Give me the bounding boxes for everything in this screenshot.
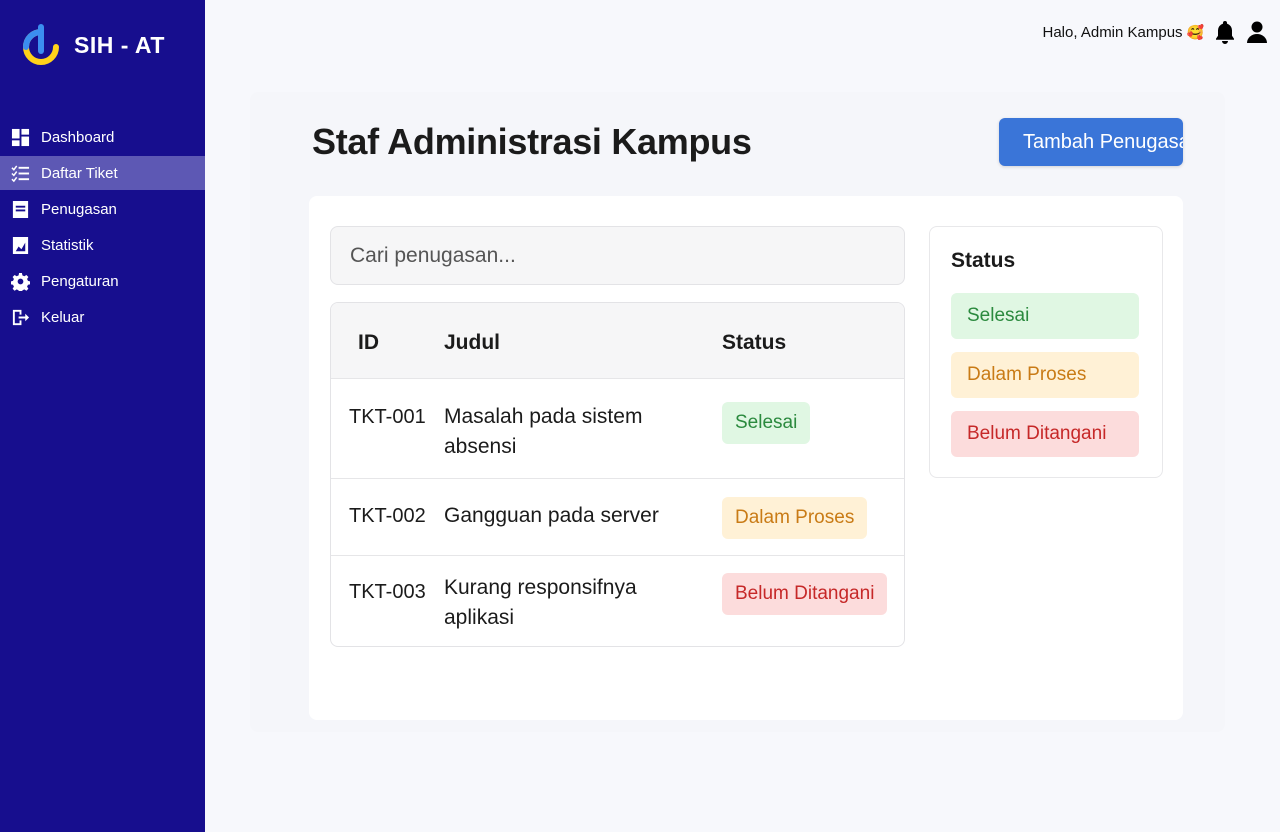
gear-icon [10,271,30,291]
dashboard-icon [10,127,30,147]
sidebar-item-daftar-tiket[interactable]: Daftar Tiket [0,156,205,190]
legend-item-belum-ditangani[interactable]: Belum Ditangani [951,411,1139,457]
sidebar-item-pengaturan[interactable]: Pengaturan [0,264,205,298]
sidebar-item-penugasan[interactable]: Penugasan [0,192,205,226]
sidebar: SIH - AT Dashboard Daftar Tiket Penugasa… [0,0,205,832]
brand-logo-icon [23,24,59,65]
ticket-title: Gangguan pada server [444,504,659,527]
column-header-status[interactable]: Status [722,331,786,355]
column-header-id[interactable]: ID [358,331,379,355]
clipboard-icon [10,199,30,219]
sidebar-item-label: Daftar Tiket [41,164,118,182]
checklist-icon [10,163,30,183]
sidebar-item-keluar[interactable]: Keluar [0,300,205,334]
status-badge: Selesai [722,402,811,444]
user-icon[interactable] [1246,20,1268,44]
brand[interactable]: SIH - AT [20,22,165,68]
logout-icon [10,307,30,327]
sidebar-nav: Dashboard Daftar Tiket Penugasan Statist… [0,120,205,336]
status-badge: Belum Ditangani [722,573,888,615]
status-badge: Dalam Proses [722,497,868,539]
add-assignment-button[interactable]: Tambah Penugasan [999,118,1183,166]
ticket-title: Kurang responsifnya aplikasi [444,576,637,629]
bell-icon[interactable] [1214,20,1236,44]
status-legend: Status Selesai Dalam Proses Belum Ditang… [929,226,1163,478]
topbar: Halo, Admin Kampus 🥰 [1042,20,1268,44]
brand-name: SIH - AT [74,31,165,58]
legend-item-selesai[interactable]: Selesai [951,293,1139,339]
sidebar-item-label: Statistik [41,236,94,254]
ticket-table: ID Judul Status TKT-001 Masalah pada sis… [330,302,905,647]
ticket-id: TKT-003 [349,581,426,603]
table-row[interactable]: TKT-002 Gangguan pada server Dalam Prose… [331,479,904,556]
greeting-emoji: 🥰 [1186,23,1204,40]
sidebar-item-dashboard[interactable]: Dashboard [0,120,205,154]
sidebar-item-label: Pengaturan [41,272,119,290]
ticket-id: TKT-001 [349,406,426,428]
chart-icon [10,235,30,255]
page-title: Staf Administrasi Kampus [312,121,752,162]
search-input[interactable] [330,226,905,285]
legend-title: Status [951,249,1016,272]
ticket-title: Masalah pada sistem absensi [444,405,643,458]
legend-item-dalam-proses[interactable]: Dalam Proses [951,352,1139,398]
table-row[interactable]: TKT-003 Kurang responsifnya aplikasi Bel… [331,556,904,646]
table-row[interactable]: TKT-001 Masalah pada sistem absensi Sele… [331,379,904,479]
sidebar-item-label: Keluar [41,308,85,326]
column-header-judul[interactable]: Judul [444,331,500,355]
table-header: ID Judul Status [331,303,904,379]
sidebar-item-statistik[interactable]: Statistik [0,228,205,262]
sidebar-item-label: Penugasan [41,200,117,218]
sidebar-item-label: Dashboard [41,128,115,146]
ticket-id: TKT-002 [349,505,426,527]
user-greeting: Halo, Admin Kampus [1042,23,1183,41]
